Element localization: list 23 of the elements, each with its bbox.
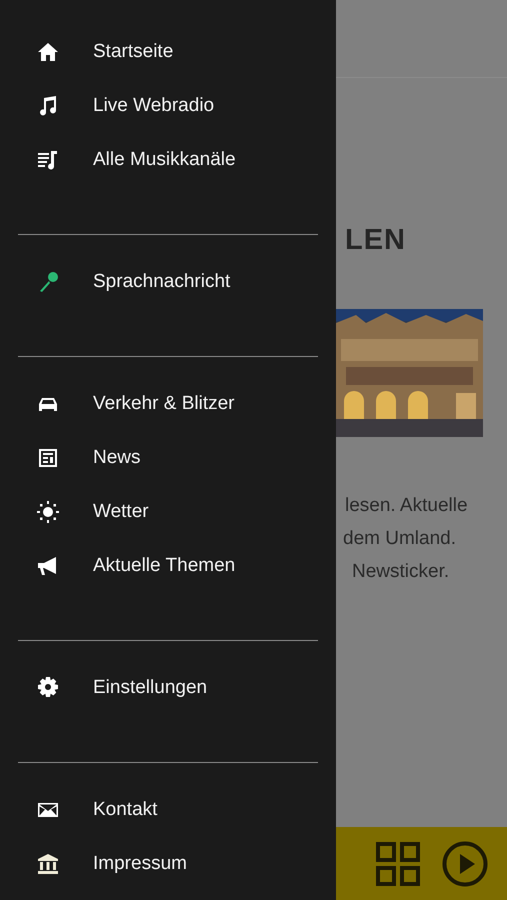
- headline: LEN: [345, 223, 407, 255]
- article-text: dem Umland.: [343, 527, 456, 551]
- article-text: Newsticker.: [352, 560, 450, 584]
- home-icon: [36, 40, 60, 64]
- menu-item[interactable]: Kontakt: [18, 783, 336, 837]
- menu-item[interactable]: Einstellungen: [18, 661, 336, 715]
- newspaper-icon: [36, 446, 60, 470]
- menu-item[interactable]: Aktuelle Themen: [18, 539, 336, 593]
- menu-item[interactable]: Wetter: [18, 485, 336, 539]
- article-text: lesen. Aktuelle: [345, 494, 468, 518]
- menu-item[interactable]: Alle Musikkanäle: [0, 133, 336, 187]
- menu-item[interactable]: Impressum: [18, 837, 336, 891]
- building-icon: [36, 852, 60, 876]
- menu-item[interactable]: Live Webradio: [0, 79, 336, 133]
- sun-icon: [36, 500, 60, 524]
- menu-item[interactable]: Verkehr & Blitzer: [18, 377, 336, 431]
- menu-item[interactable]: News: [18, 431, 336, 485]
- grid-icon[interactable]: [376, 842, 420, 886]
- play-icon[interactable]: [442, 840, 488, 886]
- music-list-icon: [36, 148, 60, 172]
- menu-item[interactable]: Startseite: [0, 25, 336, 79]
- menu-item[interactable]: Sprachnachricht: [18, 255, 336, 309]
- gear-icon: [36, 676, 60, 700]
